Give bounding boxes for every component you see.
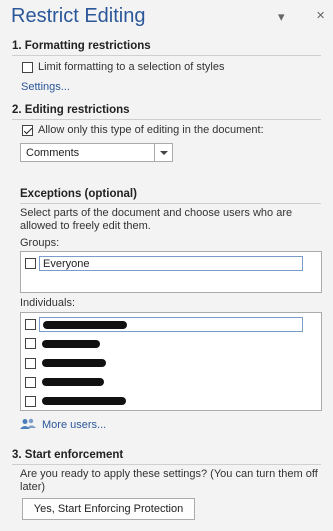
settings-link[interactable]: Settings... [21,81,70,93]
limit-formatting-checkbox[interactable] [22,62,33,73]
section-divider [12,55,321,56]
section-divider [12,464,321,465]
group-name-field[interactable]: Everyone [39,256,303,271]
editing-type-dropdown[interactable]: Comments [20,143,173,162]
exceptions-heading: Exceptions (optional) [20,188,137,200]
limit-formatting-label: Limit formatting to a selection of style… [38,61,225,73]
editing-type-value: Comments [26,147,80,159]
users-icon[interactable] [20,418,36,430]
redacted-name [42,340,100,348]
redacted-name [43,321,127,329]
individual-checkbox[interactable] [25,319,36,330]
individuals-listbox[interactable] [20,312,322,411]
section-divider [12,119,321,120]
redacted-name [42,378,104,386]
allow-editing-checkbox[interactable] [22,125,33,136]
enforcement-heading: 3. Start enforcement [12,449,124,461]
groups-label: Groups: [20,237,60,249]
enforcement-description: Are you ready to apply these settings? (… [20,468,318,493]
task-pane-options-icon[interactable]: ▾ [278,9,285,25]
exceptions-description: Select parts of the document and choose … [20,207,293,232]
chevron-down-icon[interactable] [154,144,172,161]
allow-editing-label: Allow only this type of editing in the d… [38,124,264,136]
start-enforcing-button[interactable]: Yes, Start Enforcing Protection [22,498,195,520]
more-users-link[interactable]: More users... [42,419,106,431]
editing-heading: 2. Editing restrictions [12,104,130,116]
group-name-everyone: Everyone [43,258,90,270]
formatting-heading: 1. Formatting restrictions [12,40,151,52]
individual-checkbox[interactable] [25,377,36,388]
redacted-name [42,397,126,405]
individual-checkbox[interactable] [25,396,36,407]
groups-listbox[interactable]: Everyone [20,251,322,293]
individual-name-field[interactable] [39,317,303,332]
group-checkbox-everyone[interactable] [25,258,36,269]
section-divider [20,203,321,204]
individual-checkbox[interactable] [25,338,36,349]
individual-checkbox[interactable] [25,358,36,369]
redacted-name [42,359,106,367]
close-icon[interactable]: ✕ [316,9,325,22]
individuals-label: Individuals: [20,297,76,309]
pane-title: Restrict Editing [11,5,146,27]
